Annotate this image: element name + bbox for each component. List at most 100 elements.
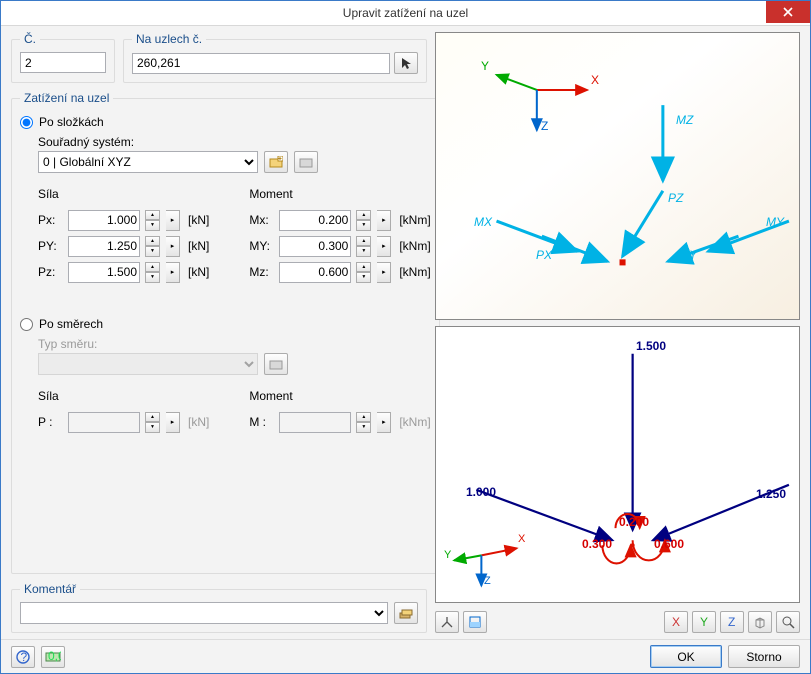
my-label: MY:	[249, 239, 273, 253]
titlebar: Upravit zatížení na uzel	[1, 1, 810, 26]
cancel-button[interactable]: Storno	[728, 645, 800, 668]
axis-icon	[440, 615, 454, 629]
force-header2: Síla	[38, 389, 209, 403]
dir-type-label: Typ směru:	[38, 337, 431, 351]
preview-bottom-svg	[436, 327, 799, 602]
py-menu[interactable]: ▸	[166, 236, 180, 257]
pick-nodes-button[interactable]	[394, 52, 418, 74]
zoom-icon	[781, 615, 795, 629]
radio-by-components-label: Po složkách	[39, 115, 104, 129]
px-menu[interactable]: ▸	[166, 210, 180, 231]
val-1500: 1.500	[636, 339, 666, 353]
py-label: PY:	[38, 239, 62, 253]
py-input[interactable]	[68, 236, 140, 257]
val-0300: 0.300	[582, 537, 612, 551]
coordinate-system-select[interactable]: 0 | Globální XYZ	[38, 151, 258, 173]
units-button[interactable]: 0,00	[41, 646, 65, 668]
view-y-button[interactable]: Y	[692, 611, 716, 633]
my-input[interactable]	[279, 236, 351, 257]
mini-y: Y	[444, 549, 451, 561]
comment-select[interactable]	[20, 602, 388, 624]
radio-by-components[interactable]	[20, 116, 33, 129]
number-input[interactable]	[20, 52, 106, 73]
px-up[interactable]: ▲	[145, 210, 160, 221]
radio-by-direction[interactable]	[20, 318, 33, 331]
number-legend: Č.	[20, 32, 40, 46]
py-down[interactable]: ▼	[145, 246, 160, 257]
folder-icon	[269, 358, 283, 370]
view-toolbar: X Y Z	[435, 611, 800, 633]
m-up: ▲	[356, 412, 371, 423]
view-z-button[interactable]: Z	[720, 611, 744, 633]
stack-icon	[399, 607, 413, 619]
moment-column: Moment Mx:▲▼▸[kNm] MY:▲▼▸[kNm] Mz:▲▼▸[kN…	[249, 187, 430, 285]
axis-z-label: Z	[541, 119, 548, 133]
preview-top-svg	[436, 33, 799, 318]
mx-down[interactable]: ▼	[356, 220, 371, 231]
radio-components-row: Po složkách	[20, 115, 431, 129]
svg-text:Y: Y	[700, 615, 708, 629]
comment-library-button[interactable]	[394, 602, 418, 624]
pz-down[interactable]: ▼	[145, 272, 160, 283]
mx-input[interactable]	[279, 210, 351, 231]
py-up[interactable]: ▲	[145, 236, 160, 247]
view-btn-1[interactable]	[435, 611, 459, 633]
val-1250: 1.250	[756, 487, 786, 501]
my-down[interactable]: ▼	[356, 246, 371, 257]
p-down: ▼	[145, 422, 160, 433]
folder-new-icon	[269, 156, 283, 168]
cursor-icon	[399, 56, 413, 70]
top-row: Č. Na uzlech č.	[11, 32, 427, 83]
my-up[interactable]: ▲	[356, 236, 371, 247]
p-menu: ▸	[166, 412, 180, 433]
my-menu[interactable]: ▸	[377, 236, 391, 257]
pz-label: Pz:	[38, 265, 62, 279]
fieldset-number: Č.	[11, 32, 115, 83]
force-column: Síla Px:▲▼▸[kN] PY:▲▼▸[kN] Pz:▲▼▸[kN]	[38, 187, 209, 285]
val-1000: 1.000	[466, 485, 496, 499]
mini-z: Z	[484, 575, 491, 587]
px-input[interactable]	[68, 210, 140, 231]
help-button[interactable]: ?	[11, 646, 35, 668]
left-pane: Č. Na uzlech č. Zatížení na uzel	[11, 32, 427, 633]
mz-down[interactable]: ▼	[356, 272, 371, 283]
window-title: Upravit zatížení na uzel	[1, 6, 810, 20]
fieldset-comment: Komentář	[11, 582, 427, 633]
py-unit: [kN]	[188, 239, 209, 253]
cube-icon	[753, 615, 767, 629]
nodes-input[interactable]	[132, 53, 390, 74]
pz-input[interactable]	[68, 262, 140, 283]
moment-header2: Moment	[249, 389, 430, 403]
close-icon	[783, 7, 793, 17]
dir-edit-button[interactable]	[264, 353, 288, 375]
mx-up[interactable]: ▲	[356, 210, 371, 221]
px-down[interactable]: ▼	[145, 220, 160, 231]
view-btn-2[interactable]	[463, 611, 487, 633]
view-y-icon: Y	[697, 615, 711, 629]
mz-menu[interactable]: ▸	[377, 262, 391, 283]
p-input	[68, 412, 140, 433]
force-header: Síla	[38, 187, 209, 201]
pz-unit: [kN]	[188, 265, 209, 279]
view-x-button[interactable]: X	[664, 611, 688, 633]
px-unit: [kN]	[188, 213, 209, 227]
view-iso-button[interactable]	[748, 611, 772, 633]
p-unit: [kN]	[188, 415, 209, 429]
folder-icon	[299, 156, 313, 168]
cs-edit-button[interactable]	[294, 151, 318, 173]
mx-label: Mx:	[249, 213, 273, 227]
ok-button[interactable]: OK	[650, 645, 722, 668]
pz-menu[interactable]: ▸	[166, 262, 180, 283]
axis-y-label: Y	[481, 59, 489, 73]
close-button[interactable]	[766, 1, 810, 23]
mz-input[interactable]	[279, 262, 351, 283]
preview-top: X Y Z MZ PZ MX PX MY PY	[435, 32, 800, 319]
mz-up[interactable]: ▲	[356, 262, 371, 273]
pz-up[interactable]: ▲	[145, 262, 160, 273]
moment-header: Moment	[249, 187, 430, 201]
view-zoom-button[interactable]	[776, 611, 800, 633]
cs-new-button[interactable]	[264, 151, 288, 173]
mx-menu[interactable]: ▸	[377, 210, 391, 231]
px-label: Px:	[38, 213, 62, 227]
box-icon	[468, 615, 482, 629]
